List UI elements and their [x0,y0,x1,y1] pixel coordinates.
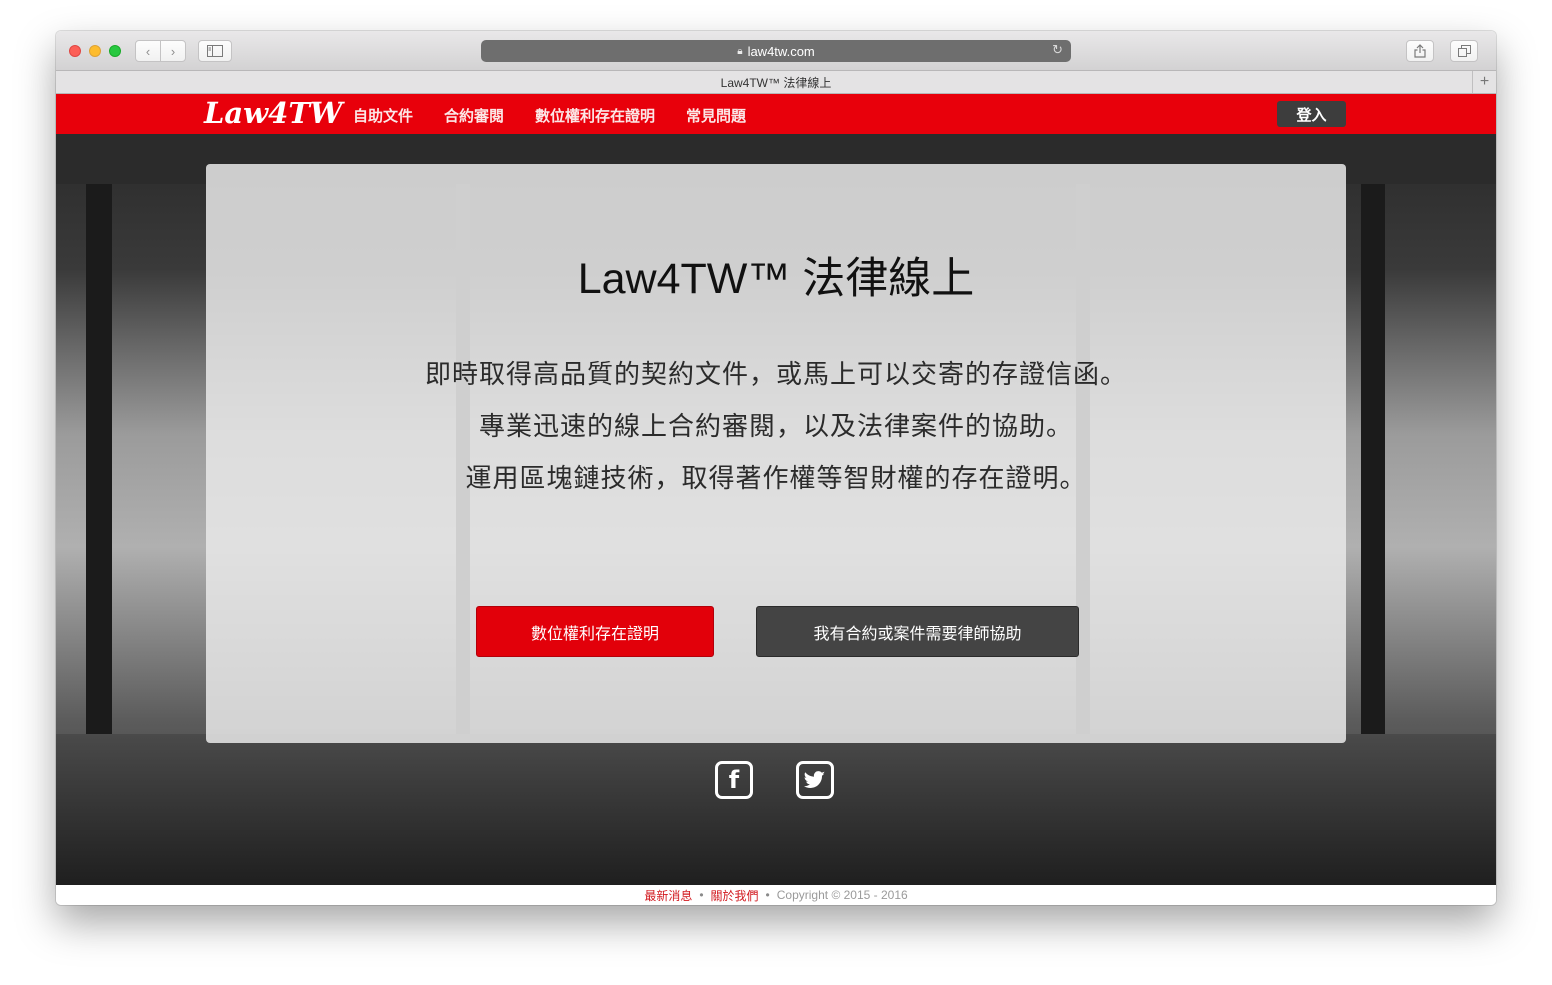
close-window-button[interactable] [69,45,81,57]
nav-link-digital-proof[interactable]: 數位權利存在證明 [535,105,655,126]
login-button[interactable]: 登入 [1277,101,1346,127]
back-button[interactable]: ‹ [135,40,161,62]
sidebar-toggle-button[interactable] [198,40,232,62]
background-photo-frame [86,174,112,794]
hero-line-1: 即時取得高品質的契約文件，或馬上可以交寄的存證信函。 [424,359,1127,389]
forward-button[interactable]: › [160,40,186,62]
site-logo[interactable]: Law4TW [204,96,342,130]
hero-line-2: 專業迅速的線上合約審閱，以及法律案件的協助。 [478,411,1073,441]
chevron-left-icon: ‹ [145,43,151,59]
facebook-icon[interactable]: f [715,761,753,799]
nav-link-contract-review[interactable]: 合約審閱 [444,105,504,126]
footer-separator: • [699,888,704,902]
background-photo-frame [1361,174,1385,794]
lock-icon: 🔒︎ [737,45,743,57]
background-photo-floor [56,734,1496,885]
lawyer-assistance-button[interactable]: 我有合約或案件需要律師協助 [756,606,1079,657]
browser-window: ‹ › 🔒︎ law4tw.com ↻ Law4TW™ 法律線上 + Law4T… [56,31,1496,905]
footer-news-link[interactable]: 最新消息 [644,887,692,904]
share-icon [1414,44,1426,58]
tabs-overview-icon [1457,45,1471,57]
footer-copyright: Copyright © 2015 - 2016 [776,888,908,902]
twitter-icon[interactable] [796,761,834,799]
url-text: law4tw.com [747,43,815,59]
plus-icon[interactable]: + [1472,71,1496,93]
address-bar[interactable]: 🔒︎ law4tw.com ↻ [481,40,1071,62]
nav-link-self-service-docs[interactable]: 自助文件 [353,105,413,126]
browser-toolbar: ‹ › 🔒︎ law4tw.com ↻ [56,31,1496,71]
site-footer: 最新消息 • 關於我們 • Copyright © 2015 - 2016 [56,885,1496,905]
hero-line-3: 運用區塊鏈技術，取得著作權等智財權的存在證明。 [465,463,1087,493]
nav-link-faq[interactable]: 常見問題 [686,105,746,126]
share-button[interactable] [1406,40,1434,62]
nav-links: 自助文件 合約審閱 數位權利存在證明 常見問題 [353,105,777,126]
hero-title: Law4TW™ 法律線上 [577,255,975,303]
hero-section: Law4TW™ 法律線上 即時取得高品質的契約文件，或馬上可以交寄的存證信函。 … [56,134,1496,885]
footer-about-link[interactable]: 關於我們 [711,887,759,904]
site-navbar: Law4TW 自助文件 合約審閱 數位權利存在證明 常見問題 登入 [56,94,1496,134]
chevron-right-icon: › [170,43,176,59]
hero-card: Law4TW™ 法律線上 即時取得高品質的契約文件，或馬上可以交寄的存證信函。 … [206,164,1346,743]
sidebar-icon [207,45,223,57]
footer-separator: • [765,888,770,902]
minimize-window-button[interactable] [89,45,101,57]
digital-proof-button[interactable]: 數位權利存在證明 [476,606,714,657]
zoom-window-button[interactable] [109,45,121,57]
reload-icon[interactable]: ↻ [1052,42,1063,58]
tab-bar: Law4TW™ 法律線上 + [56,71,1496,94]
tabs-overview-button[interactable] [1450,40,1478,62]
tab-title[interactable]: Law4TW™ 法律線上 [721,74,832,91]
